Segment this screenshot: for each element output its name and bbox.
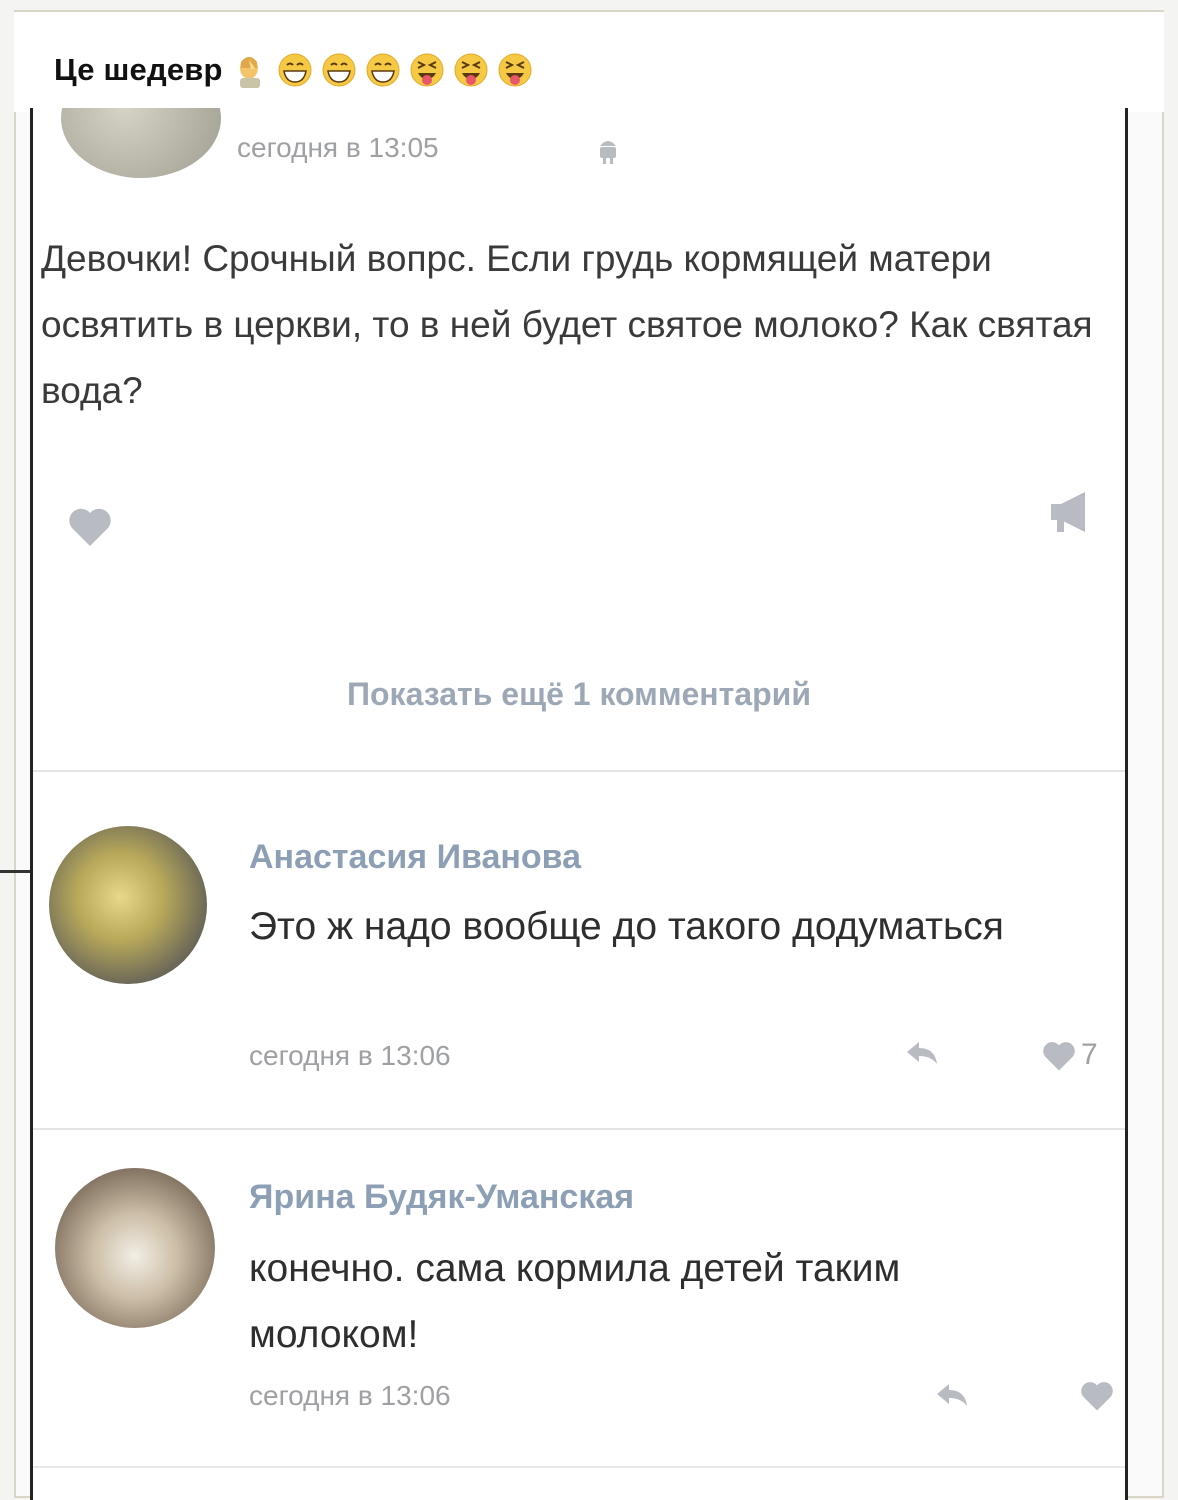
reply-icon[interactable] [933, 1380, 973, 1415]
facepalm-emoji-icon [231, 50, 271, 90]
caption: Це шедевр [54, 50, 535, 90]
grin-emoji-icon [363, 50, 403, 90]
post-screenshot: сегодня в 13:05 Девочки! Срочный вопрс. … [30, 108, 1128, 1500]
android-icon [597, 136, 619, 169]
comment-timestamp: сегодня в 13:06 [249, 1040, 451, 1071]
show-more-comments-link[interactable]: Показать ещё 1 комментарий [33, 676, 1125, 713]
squint-tongue-emoji-icon [495, 50, 535, 90]
like-count: 7 [1081, 1038, 1098, 1071]
comment-author-name[interactable]: Ярина Будяк-Уманская [249, 1178, 634, 1217]
divider [33, 1466, 1125, 1468]
comment-author-name[interactable]: Анастасия Иванова [249, 838, 581, 877]
heart-icon[interactable] [1041, 1040, 1077, 1077]
reply-icon[interactable] [903, 1038, 943, 1073]
divider [33, 1128, 1125, 1130]
post-timestamp: сегодня в 13:05 [237, 132, 439, 163]
post-text: Девочки! Срочный вопрс. Если грудь кормя… [41, 238, 1093, 411]
comment-avatar[interactable] [55, 1168, 215, 1328]
grin-emoji-icon [275, 50, 315, 90]
heart-icon[interactable] [67, 506, 113, 553]
caption-text: Це шедевр [54, 52, 223, 87]
post-author-avatar[interactable] [61, 108, 221, 178]
comment-text: конечно. сама кормила детей таким молоко… [249, 1247, 901, 1356]
comment-timestamp: сегодня в 13:06 [249, 1380, 451, 1411]
divider [33, 770, 1125, 772]
grin-emoji-icon [319, 50, 359, 90]
caption-bar: Це шедевр [14, 12, 1164, 112]
comment-avatar[interactable] [49, 826, 207, 984]
megaphone-icon[interactable] [1047, 490, 1095, 541]
squint-tongue-emoji-icon [451, 50, 491, 90]
heart-icon[interactable] [1079, 1380, 1115, 1417]
comment-text: Это ж надо вообще до такого додуматься [249, 905, 1004, 948]
squint-tongue-emoji-icon [407, 50, 447, 90]
